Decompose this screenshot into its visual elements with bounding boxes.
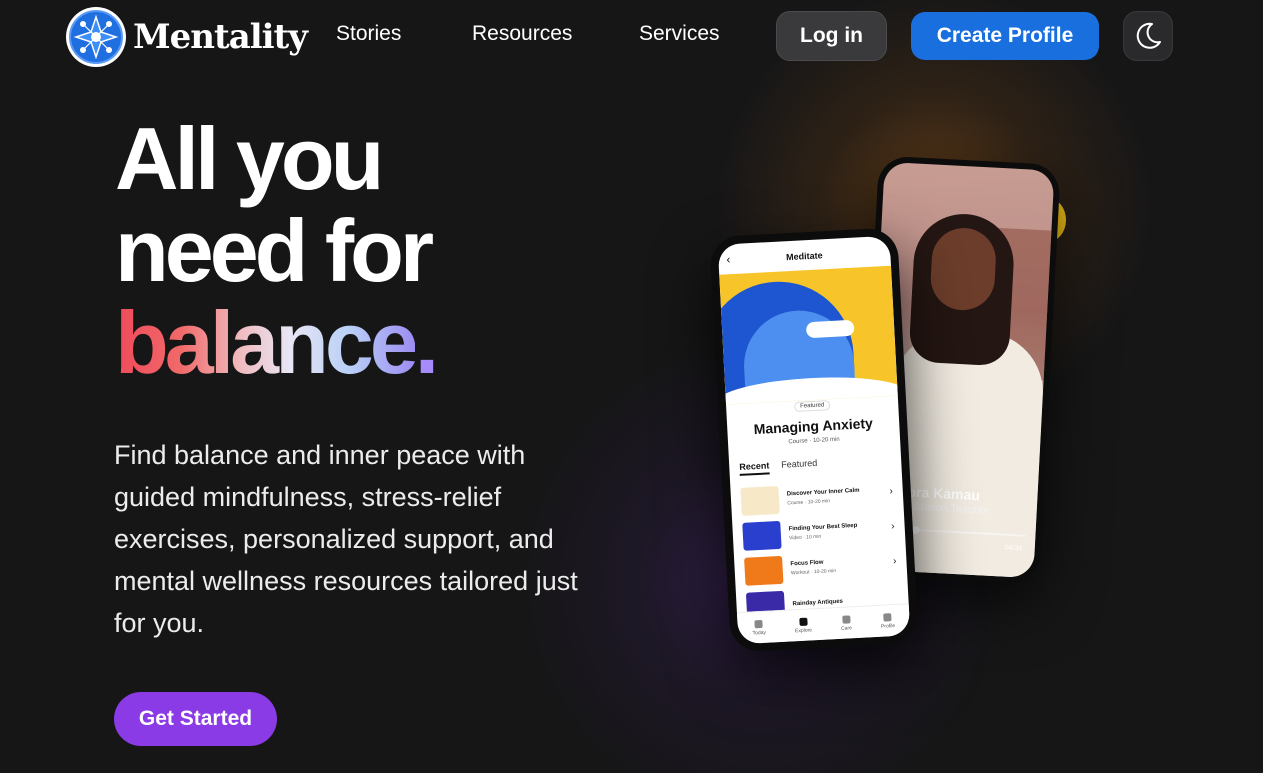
chevron-right-icon: ›	[889, 485, 894, 498]
hero-title-highlight: balance	[115, 293, 419, 392]
network-star-icon	[66, 7, 126, 67]
session-title: Finding Your Best Sleep	[788, 522, 858, 533]
nav-care[interactable]: Care	[840, 614, 852, 631]
phone-mockup-meditate: ‹ Meditate Featured Managing Anxiety Cou…	[709, 227, 919, 653]
nav-link-resources[interactable]: Resources	[472, 22, 572, 46]
nav-link-services[interactable]: Services	[639, 22, 720, 46]
home-icon	[754, 619, 763, 628]
session-meta: Course · 10-20 min	[787, 498, 831, 507]
nav-today[interactable]: Today	[752, 619, 766, 636]
chevron-right-icon: ›	[892, 555, 897, 568]
hero-title-line-2: need for	[115, 201, 434, 300]
meditate-hero-image	[719, 265, 898, 405]
tab-recent[interactable]: Recent	[739, 460, 770, 476]
tab-featured[interactable]: Featured	[781, 458, 818, 474]
meditate-screen: ‹ Meditate Featured Managing Anxiety Cou…	[717, 235, 911, 645]
theme-toggle-button[interactable]	[1123, 11, 1173, 61]
session-thumbnail	[742, 520, 782, 551]
hero-description: Find balance and inner peace with guided…	[114, 440, 578, 638]
session-thumbnail	[740, 485, 780, 516]
cloud-illustration	[805, 319, 855, 339]
video-duration: 04:34	[1004, 544, 1023, 553]
nav-profile[interactable]: Profile	[880, 612, 895, 629]
login-button[interactable]: Log in	[776, 11, 887, 61]
session-title: Rainday Antiques	[792, 598, 844, 607]
session-meta: Workout · 10-20 min	[790, 568, 837, 577]
meditate-title: Meditate	[785, 250, 823, 263]
session-thumbnail	[744, 555, 784, 586]
hero-title-line-1: All you	[115, 109, 384, 208]
person-face	[929, 226, 998, 312]
get-started-button[interactable]: Get Started	[114, 692, 277, 746]
hero-title: All you need for balance.	[115, 109, 439, 389]
nav-explore[interactable]: Explore	[794, 617, 812, 634]
chevron-right-icon: ›	[891, 520, 895, 533]
hero-title-line-3: balance.	[115, 297, 439, 389]
moon-icon	[1136, 22, 1161, 49]
session-title: Discover Your Inner Calm	[786, 487, 860, 498]
session-title: Focus Flow	[790, 559, 824, 568]
nav-link-stories[interactable]: Stories	[336, 22, 401, 46]
page: Mentality Stories Resources Services Log…	[0, 0, 1263, 773]
brand-name: Mentality	[133, 17, 308, 57]
create-profile-button[interactable]: Create Profile	[911, 12, 1099, 60]
session-meta: Video · 10 min	[788, 533, 822, 542]
brand-logo[interactable]: Mentality	[66, 7, 308, 67]
meditate-tabs: Recent Featured	[739, 453, 902, 476]
session-list: Discover Your Inner Calm Course · 10-20 m…	[740, 476, 899, 624]
profile-icon	[883, 612, 892, 622]
hero-title-dot: .	[414, 293, 440, 392]
explore-icon	[798, 617, 808, 626]
chat-icon	[841, 614, 851, 624]
